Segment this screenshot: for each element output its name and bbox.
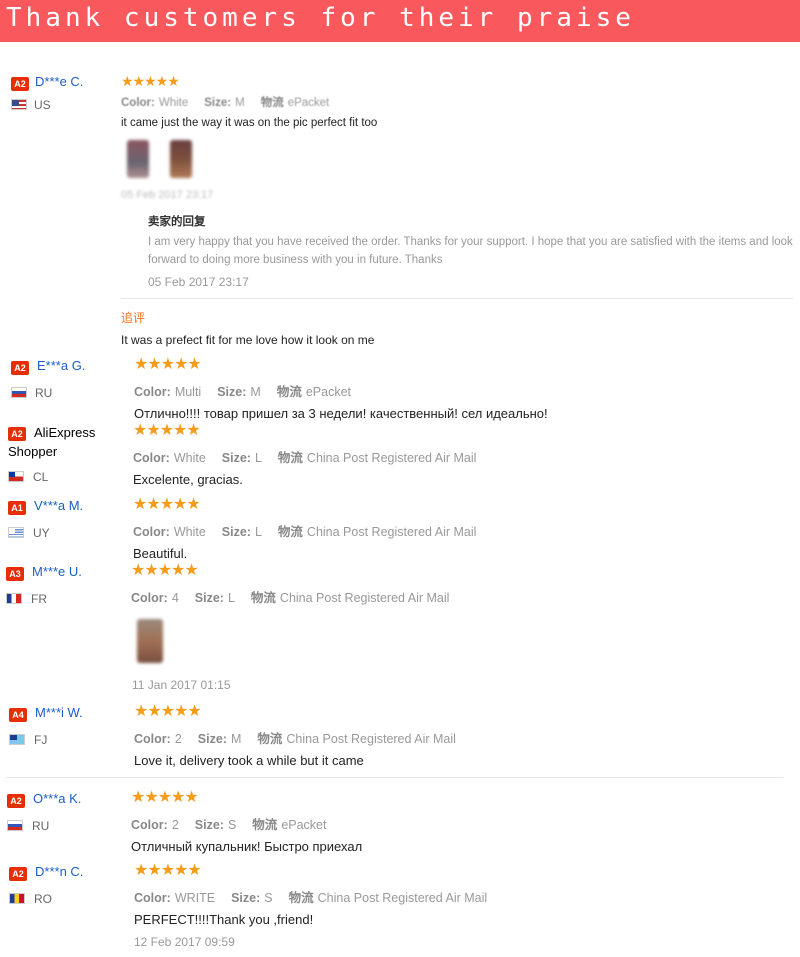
rating-stars: ★★★★★ [134, 356, 202, 373]
buyer-level-badge: A2 [7, 794, 25, 808]
buyer-name[interactable]: D***n C. [35, 864, 83, 879]
review-text: it came just the way it was on the pic p… [121, 117, 378, 129]
review-text: PERFECT!!!!Thank you ,friend! [134, 912, 314, 927]
banner: Thank customers for their praise [0, 0, 800, 42]
buyer-name[interactable]: V***a M. [34, 498, 83, 513]
seller-reply-date: 05 Feb 2017 23:17 [148, 275, 249, 289]
order-attributes: Color: Multi Size: M 物流 ePacket [134, 385, 352, 399]
flag-cl-icon [8, 471, 24, 482]
review-date: 05 Feb 2017 23:17 [121, 189, 214, 201]
buyer-name[interactable]: D***e C. [35, 74, 83, 89]
banner-title: Thank customers for their praise [6, 3, 635, 33]
buyer-name[interactable]: AliExpress [34, 425, 95, 440]
review-date: 11 Jan 2017 01:15 [132, 678, 231, 692]
buyer-country: RU [32, 819, 50, 833]
flag-us-icon [11, 99, 27, 110]
buyer-level-badge: A4 [9, 708, 27, 722]
order-attributes: Color: 4 Size: L 物流 China Post Registered Air… [131, 591, 450, 605]
buyer-name[interactable]: O***a K. [33, 791, 81, 806]
flag-uy-icon [8, 527, 24, 538]
rating-stars: ★★★★★ [131, 562, 199, 579]
divider [121, 298, 793, 299]
follow-up-label: 追评 [121, 311, 146, 325]
review-photo[interactable] [137, 619, 163, 663]
follow-up-text: It was a prefect fit for me love how it … [121, 333, 375, 347]
buyer-name[interactable]: E***a G. [37, 358, 85, 373]
review-text: Beautiful. [133, 546, 188, 561]
order-attributes: Color: White Size: M 物流 ePacket [121, 97, 330, 109]
buyer-name-continued[interactable]: Shopper [8, 444, 57, 459]
order-attributes: Color: WRITE Size: S 物流 China Post Registered… [134, 891, 488, 905]
buyer-country: RO [34, 892, 52, 906]
buyer-country: FR [31, 592, 47, 606]
review-photo[interactable] [170, 140, 192, 178]
divider [6, 777, 783, 778]
buyer-country: FJ [34, 733, 48, 747]
buyer-level-badge: A2 [9, 867, 27, 881]
rating-stars: ★★★★★ [134, 862, 202, 879]
rating-stars: ★★★★★ [133, 422, 201, 439]
flag-ru-icon [7, 820, 23, 831]
rating-stars: ★★★★★ [121, 73, 180, 89]
buyer-level-badge: A2 [11, 361, 29, 375]
seller-reply-text: I am very happy that you have received t… [148, 236, 793, 266]
buyer-name[interactable]: M***e U. [32, 564, 82, 579]
buyer-country: US [34, 98, 51, 112]
buyer-country: RU [35, 386, 53, 400]
rating-stars: ★★★★★ [131, 789, 199, 806]
rating-stars: ★★★★★ [134, 703, 202, 720]
seller-reply-title: 卖家的回复 [148, 216, 206, 228]
buyer-level-badge: A3 [6, 567, 24, 581]
order-attributes: Color: White Size: L 物流 China Post Registered… [133, 451, 477, 465]
buyer-level-badge: A2 [8, 427, 26, 441]
rating-stars: ★★★★★ [133, 496, 201, 513]
buyer-country: UY [33, 526, 50, 540]
review-text: Excelente, gracias. [133, 472, 243, 487]
flag-ro-icon [9, 893, 25, 904]
order-attributes: Color: 2 Size: M 物流 China Post Registered Air… [134, 732, 456, 746]
review-text: Love it, delivery took a while but it ca… [134, 753, 364, 768]
review-text: Отличный купальник! Быстро приехал [131, 839, 363, 854]
buyer-level-badge: A2 [11, 77, 29, 91]
order-attributes: Color: White Size: L 物流 China Post Registered… [133, 525, 477, 539]
buyer-name[interactable]: M***i W. [35, 705, 83, 720]
buyer-country: CL [33, 470, 49, 484]
review-date: 12 Feb 2017 09:59 [134, 935, 235, 949]
review-text: Отлично!!!! товар пришел за 3 недели! ка… [134, 406, 548, 421]
buyer-level-badge: A1 [8, 501, 26, 515]
flag-fj-icon [9, 734, 25, 745]
order-attributes: Color: 2 Size: S 物流 ePacket [131, 818, 327, 832]
flag-ru-icon [11, 387, 27, 398]
flag-fr-icon [6, 593, 22, 604]
review-photo[interactable] [127, 140, 149, 178]
